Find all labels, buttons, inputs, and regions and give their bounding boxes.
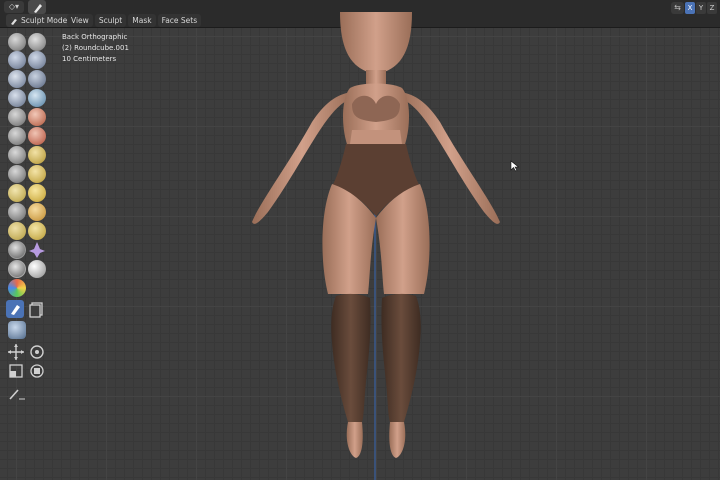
model-left-foot (346, 422, 363, 458)
blender-window: ◇▾ Sculpt Mode ▼ View Sculpt Mask Face S… (0, 0, 720, 480)
axis-z-toggle[interactable]: Z (707, 2, 717, 14)
rotate-brush-icon[interactable] (28, 222, 46, 240)
fill-brush-icon[interactable] (28, 127, 46, 145)
header-menus: View Sculpt Mask Face Sets (67, 14, 203, 27)
annotate-icon[interactable] (7, 385, 25, 403)
brush-tool-button[interactable] (28, 0, 46, 14)
box-mask-icon[interactable] (6, 300, 24, 318)
layer-brush-icon[interactable] (28, 70, 46, 88)
blob-brush-icon[interactable] (28, 89, 46, 107)
clay-strips-brush-icon[interactable] (28, 51, 46, 69)
trim-tool-icon[interactable] (8, 321, 26, 339)
pinch-brush-icon[interactable] (8, 165, 26, 183)
model-right-stocking (381, 293, 421, 422)
scrape-brush-icon[interactable] (8, 146, 26, 164)
editor-type-selector[interactable]: ◇▾ (4, 1, 24, 13)
sculpt-model[interactable] (240, 12, 520, 480)
draw-brush-icon[interactable] (8, 33, 26, 51)
move-icon[interactable] (7, 343, 25, 361)
object-name-label: (2) Roundcube.001 (62, 44, 129, 52)
cloth-brush-icon[interactable] (8, 260, 26, 278)
draw-sharp-brush-icon[interactable] (28, 33, 46, 51)
model-right-foot (389, 422, 406, 458)
symmetry-icon[interactable]: ⇆ (671, 2, 684, 14)
elastic-deform-brush-icon[interactable] (8, 184, 26, 202)
smooth-brush-icon[interactable] (28, 108, 46, 126)
view-name-label: Back Orthographic (62, 33, 128, 41)
nudge-brush-icon[interactable] (8, 222, 26, 240)
inflate-brush-icon[interactable] (8, 89, 26, 107)
grab-brush-icon[interactable] (28, 165, 46, 183)
box-mask-glyph (11, 305, 20, 315)
menu-view[interactable]: View (67, 14, 93, 27)
grid-scale-label: 10 Centimeters (62, 55, 117, 63)
menu-sculpt[interactable]: Sculpt (94, 14, 127, 27)
mode-label: Sculpt Mode (21, 16, 68, 25)
symmetry-axes: ⇆ X Y Z (671, 2, 717, 14)
clay-thumb-brush-icon[interactable] (8, 70, 26, 88)
brush-icon (34, 4, 42, 13)
crease-brush-icon[interactable] (8, 108, 26, 126)
boundary-brush-icon[interactable] (28, 241, 46, 259)
mask-brush-icon[interactable] (8, 279, 26, 297)
model-midriff (350, 130, 402, 144)
scale-icon[interactable] (7, 362, 25, 380)
mouse-cursor-icon (510, 160, 520, 172)
menu-mask[interactable]: Mask (128, 14, 156, 27)
pose-brush-icon[interactable] (28, 203, 46, 221)
menu-face-sets[interactable]: Face Sets (157, 14, 202, 27)
model-head (340, 12, 412, 74)
sculpt-mode-icon (11, 18, 17, 25)
multiplane-scrape-brush-icon[interactable] (28, 146, 46, 164)
snake-hook-brush-icon[interactable] (28, 184, 46, 202)
transform-icon[interactable] (28, 362, 46, 380)
editor-type-icon: ◇▾ (8, 2, 20, 11)
slide-relax-brush-icon[interactable] (8, 241, 26, 259)
axis-y-toggle[interactable]: Y (696, 2, 706, 14)
model-left-stocking (331, 293, 371, 422)
simplify-brush-icon[interactable] (28, 260, 46, 278)
clay-brush-icon[interactable] (8, 51, 26, 69)
thumb-brush-icon[interactable] (8, 203, 26, 221)
rotate-icon[interactable] (28, 343, 46, 361)
axis-x-toggle[interactable]: X (685, 2, 695, 14)
flatten-brush-icon[interactable] (8, 127, 26, 145)
face-set-icon[interactable] (28, 300, 46, 318)
